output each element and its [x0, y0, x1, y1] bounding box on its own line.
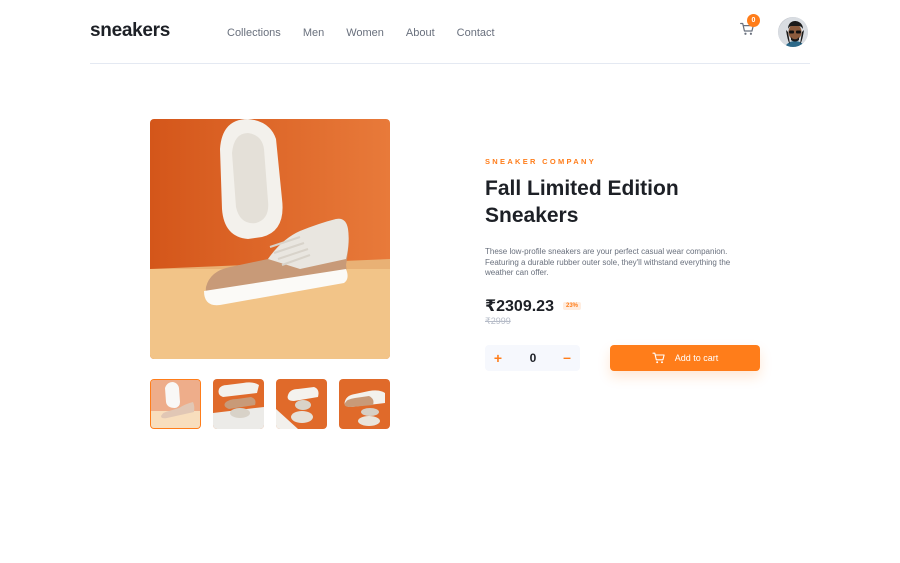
avatar-image — [778, 17, 808, 47]
plus-icon[interactable]: + — [492, 350, 504, 366]
original-price: ₹2999 — [485, 316, 511, 326]
main-nav: Collections Men Women About Contact — [227, 27, 517, 39]
thumbnail-3[interactable] — [276, 379, 327, 429]
sneaker-image — [150, 119, 390, 359]
cart-count-badge: 0 — [747, 14, 760, 27]
current-price: ₹2309.23 — [485, 298, 554, 315]
nav-link-about[interactable]: About — [406, 27, 435, 39]
minus-icon[interactable]: – — [561, 349, 573, 365]
thumbnail-image — [213, 379, 264, 429]
thumbnail-image — [276, 379, 327, 429]
add-to-cart-button[interactable]: Add to cart — [610, 345, 760, 371]
nav-link-collections[interactable]: Collections — [227, 27, 281, 39]
product-title: Fall Limited Edition Sneakers — [485, 177, 679, 227]
main-product-image[interactable] — [150, 119, 390, 359]
thumbnail-image — [339, 379, 390, 429]
thumbnail-strip — [150, 379, 390, 429]
discount-badge: 23% — [563, 302, 582, 310]
thumbnail-4[interactable] — [339, 379, 390, 429]
add-to-cart-label: Add to cart — [674, 353, 719, 363]
product-description: These low-profile sneakers are your perf… — [485, 247, 731, 277]
site-header: sneakers Collections Men Women About Con… — [90, 0, 810, 64]
thumbnail-1[interactable] — [150, 379, 201, 429]
cart-icon — [652, 352, 665, 364]
thumbnail-2[interactable] — [213, 379, 264, 429]
logo[interactable]: sneakers — [90, 20, 170, 42]
avatar[interactable] — [776, 15, 810, 49]
company-name: SNEAKER COMPANY — [485, 157, 597, 166]
nav-link-men[interactable]: Men — [303, 27, 324, 39]
quantity-value: 0 — [529, 351, 537, 365]
nav-link-contact[interactable]: Contact — [457, 27, 495, 39]
thumbnail-image — [151, 380, 200, 428]
nav-link-women[interactable]: Women — [346, 27, 384, 39]
quantity-stepper: + 0 – — [485, 345, 580, 371]
